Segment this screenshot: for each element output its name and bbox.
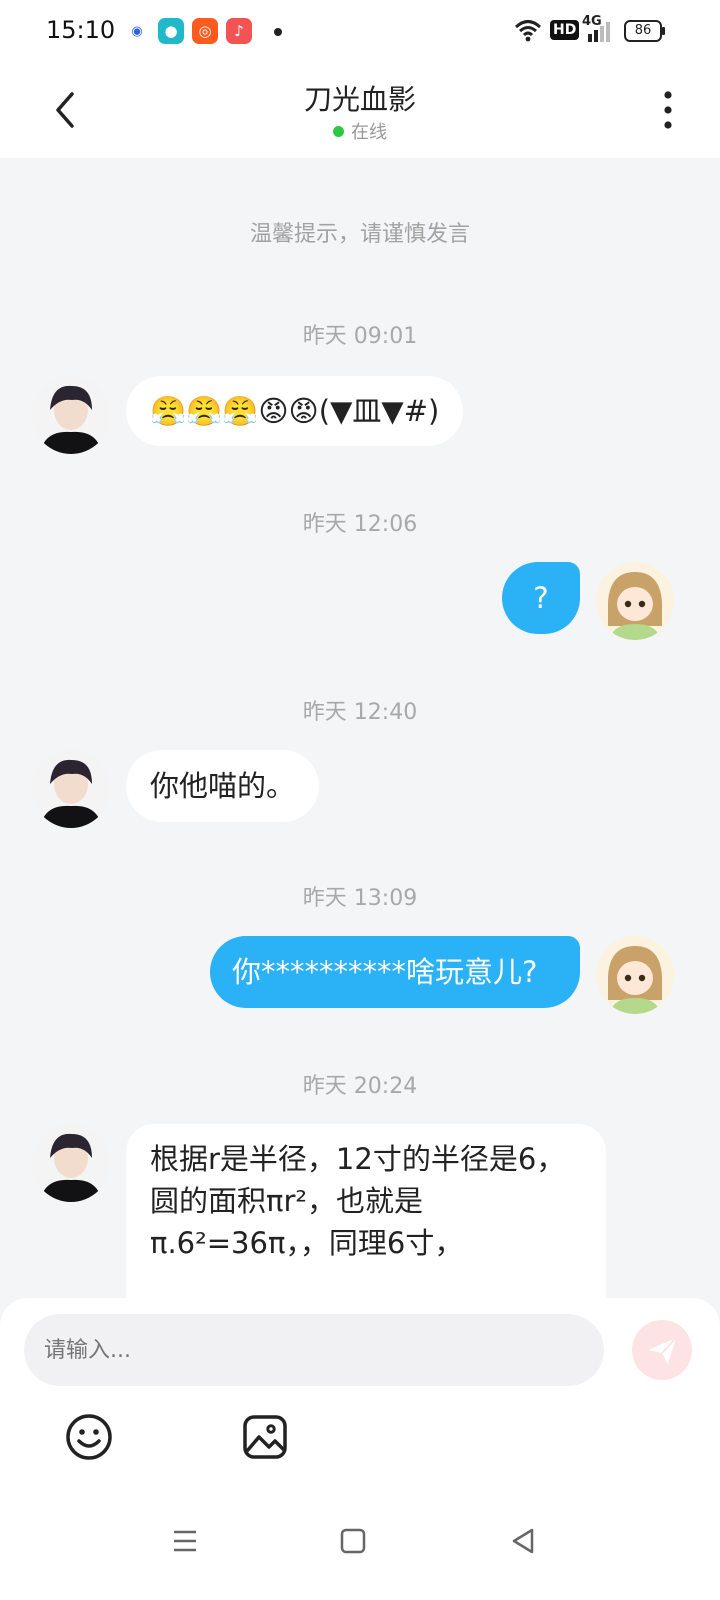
status-bar: 15:10 ◉ ● ◎ ♪ HD 4G 86 — [0, 0, 720, 64]
contact-name: 刀光血影 — [303, 83, 416, 116]
wifi-icon — [514, 20, 542, 42]
my-avatar[interactable] — [596, 562, 674, 640]
notification-dot-icon — [274, 28, 282, 36]
battery-level: 86 — [634, 23, 652, 38]
contact-avatar[interactable] — [32, 376, 110, 454]
signal-icon — [588, 22, 610, 42]
menu-icon[interactable] — [170, 1526, 200, 1556]
message-timestamp: 昨天 13:09 — [302, 886, 418, 911]
message-bubble-incoming[interactable]: 根据r是半径，12寸的半径是6，圆的面积πr²，也就是π.6²=36π，，同理6… — [126, 1124, 606, 1298]
kuaishou-app-icon: ◎ — [192, 18, 218, 44]
contact-avatar[interactable] — [32, 750, 110, 828]
safety-tip: 温馨提示，请谨慎发言 — [249, 222, 470, 247]
hd-badge: HD — [550, 20, 580, 40]
smile-icon[interactable] — [64, 1412, 114, 1462]
baidu-app-icon: ◉ — [124, 18, 150, 44]
message-bubble-outgoing[interactable]: ? — [502, 562, 580, 634]
message-input[interactable] — [24, 1314, 604, 1386]
message-timestamp: 昨天 09:01 — [302, 324, 418, 349]
music-app-icon: ♪ — [226, 18, 252, 44]
image-icon[interactable] — [240, 1412, 290, 1462]
home-square-icon[interactable] — [338, 1526, 368, 1556]
status-time: 15:10 — [46, 16, 116, 44]
message-bubble-incoming[interactable]: 你他喵的。 — [126, 750, 320, 822]
system-nav-bar — [0, 1490, 720, 1600]
battery-icon: 86 — [624, 20, 662, 42]
presence-status: 在线 — [0, 118, 720, 144]
my-avatar[interactable] — [596, 936, 674, 1014]
chat-header: 刀光血影 在线 — [0, 64, 720, 158]
contact-avatar[interactable] — [32, 1124, 110, 1202]
message-timestamp: 昨天 12:40 — [302, 700, 418, 725]
message-bubble-outgoing[interactable]: 你**********啥玩意儿? — [210, 936, 580, 1008]
presence-label: 在线 — [351, 122, 387, 143]
paper-plane-icon — [648, 1337, 677, 1364]
chat-app-icon: ● — [158, 18, 184, 44]
send-button[interactable] — [632, 1320, 692, 1380]
message-timestamp: 昨天 12:06 — [302, 512, 418, 537]
message-list[interactable]: 温馨提示，请谨慎发言 昨天 09:01 😤😤😤😡😡(▼皿▼#) 昨天 12:06… — [0, 158, 720, 1298]
message-bubble-incoming[interactable]: 😤😤😤😡😡(▼皿▼#) — [126, 376, 464, 446]
message-timestamp: 昨天 20:24 — [302, 1074, 418, 1099]
back-triangle-icon[interactable] — [508, 1526, 538, 1556]
online-dot-icon — [333, 126, 344, 137]
battery-tip — [662, 27, 665, 35]
more-vertical-icon[interactable] — [662, 90, 674, 130]
